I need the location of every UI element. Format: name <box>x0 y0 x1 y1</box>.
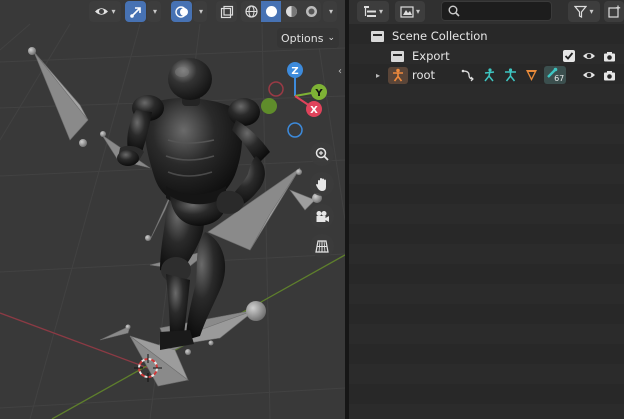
chevron-down-icon: ▾ <box>328 7 333 16</box>
zoom-button[interactable] <box>310 142 334 166</box>
display-mode-button[interactable]: ▾ <box>395 1 425 22</box>
gizmo-neg-z[interactable] <box>287 122 303 138</box>
new-collection-button[interactable] <box>604 1 624 22</box>
3d-viewport[interactable]: Z Y X ▾ ▾ ▾ ▾ Options ⌄ ‹ <box>0 0 345 419</box>
xray-icon <box>220 5 234 19</box>
new-collection-icon <box>607 5 621 18</box>
outliner-header: ▾ ▾ ▾ <box>349 0 624 24</box>
camera-icon <box>315 210 330 223</box>
options-label: Options <box>281 31 324 45</box>
root-row-toggles <box>582 65 616 85</box>
viewport-scene[interactable]: Z Y X <box>0 0 345 419</box>
visibility-eye-icon[interactable] <box>582 70 596 80</box>
filter-button[interactable]: ▾ <box>568 1 600 22</box>
object-label-root: root <box>412 68 436 82</box>
scene-collection-row[interactable]: Scene Collection <box>349 26 624 46</box>
chevron-down-icon: ▾ <box>378 7 383 16</box>
armature-object-icon <box>388 66 408 84</box>
sidebar-toggle-arrow[interactable]: ‹ <box>338 66 342 77</box>
mesh-children-badge[interactable]: 67 <box>544 66 567 84</box>
pose-icon[interactable] <box>503 68 518 82</box>
overlays-icon <box>174 5 189 19</box>
rendered-shading-button[interactable] <box>301 1 321 22</box>
view-object-types-button[interactable]: ▾ <box>89 1 121 22</box>
overlays-toggle-button[interactable] <box>171 1 192 22</box>
ortho-toggle-button[interactable] <box>310 234 334 258</box>
chevron-down-icon: ⌄ <box>327 33 335 43</box>
x-axis-line <box>0 312 149 369</box>
display-mode-icon <box>400 5 414 18</box>
collection-row-export[interactable]: Export <box>349 46 624 66</box>
scene-collection-label: Scene Collection <box>392 29 488 43</box>
material-shading-button[interactable] <box>281 1 301 22</box>
xray-toggle-button[interactable] <box>216 1 237 22</box>
collection-icon <box>389 49 405 63</box>
outliner-editor-icon <box>363 5 377 18</box>
material-shading-icon <box>285 5 298 18</box>
gizmo-y-label: Y <box>314 88 323 99</box>
render-camera-icon[interactable] <box>603 51 616 62</box>
search-input[interactable] <box>464 4 550 18</box>
solid-shading-button[interactable] <box>261 1 281 22</box>
children-count: 67 <box>554 74 565 83</box>
ortho-grid-icon <box>315 239 329 253</box>
pan-hand-icon <box>315 177 329 192</box>
rendered-shading-icon <box>305 5 318 18</box>
pan-button[interactable] <box>310 172 334 196</box>
viewport-header: ▾ ▾ ▾ ▾ <box>0 0 345 24</box>
wireframe-shading-button[interactable] <box>241 1 261 22</box>
render-camera-icon[interactable] <box>603 70 616 81</box>
gizmo-x-label: X <box>310 105 318 116</box>
gizmo-toggle-button[interactable] <box>125 1 146 22</box>
zoom-icon <box>315 147 329 161</box>
visibility-eye-icon[interactable] <box>582 51 596 61</box>
filter-icon <box>574 5 588 18</box>
chevron-down-icon: ▾ <box>111 7 116 16</box>
object-gizmo-icon <box>129 5 143 19</box>
wireframe-shading-icon <box>244 5 258 18</box>
expand-arrow-icon[interactable]: ▸ <box>374 71 382 80</box>
chevron-down-icon: ▾ <box>152 7 157 16</box>
search-icon <box>448 5 460 17</box>
gizmo-z-label: Z <box>291 66 298 77</box>
editor-type-button[interactable]: ▾ <box>357 1 389 22</box>
navigation-gizmo[interactable]: Z Y X <box>261 62 327 138</box>
exclude-checkbox[interactable] <box>563 50 575 62</box>
export-row-toggles <box>563 46 616 66</box>
view-eye-icon <box>94 6 109 17</box>
outliner-panel: ▾ ▾ ▾ Scene Collection Export ▸ root 67 <box>349 0 624 419</box>
collection-label-export: Export <box>412 49 450 63</box>
chevron-down-icon: ▾ <box>589 7 594 16</box>
chevron-down-icon: ▾ <box>198 7 203 16</box>
shading-mode-group <box>241 1 321 22</box>
shading-dropdown[interactable]: ▾ <box>323 1 337 22</box>
modifier-wrench-icon[interactable] <box>525 69 538 82</box>
options-button[interactable]: Options ⌄ <box>277 28 339 48</box>
constraint-icon[interactable] <box>461 68 475 82</box>
gizmo-neg-x[interactable] <box>268 81 284 97</box>
chevron-down-icon: ▾ <box>415 7 420 16</box>
camera-view-button[interactable] <box>310 204 334 228</box>
mannequin-mesh[interactable] <box>117 58 270 350</box>
gizmo-dropdown[interactable]: ▾ <box>147 1 161 22</box>
outliner-search[interactable] <box>441 1 552 21</box>
outliner-tree: Scene Collection Export ▸ root 67 <box>349 24 624 419</box>
scene-collection-icon <box>369 29 385 43</box>
solid-shading-icon <box>265 5 278 18</box>
armature-data-icon[interactable] <box>482 68 497 82</box>
gizmo-neg-y[interactable] <box>261 98 277 114</box>
overlays-dropdown[interactable]: ▾ <box>193 1 207 22</box>
checkmark-icon <box>564 52 574 60</box>
object-row-root[interactable]: ▸ root 67 <box>349 65 624 85</box>
